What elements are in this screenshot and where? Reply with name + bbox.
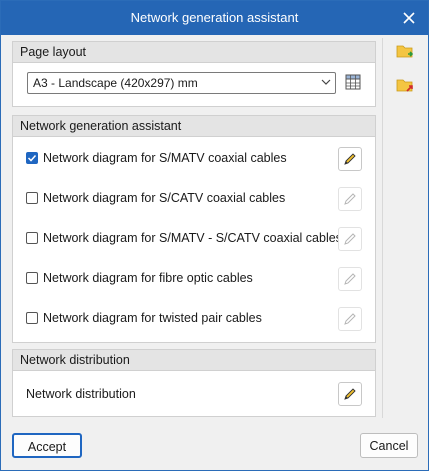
open-folder-button[interactable] (395, 41, 415, 64)
distribution-group: Network distribution Network distributio… (12, 349, 376, 417)
page-size-value: A3 - Landscape (420x297) mm (33, 76, 198, 90)
table-icon[interactable] (345, 74, 361, 93)
pencil-icon (344, 273, 356, 285)
checkbox-smatv-scatv[interactable] (26, 232, 38, 244)
accept-button[interactable]: Accept (12, 433, 82, 458)
close-icon (403, 12, 415, 24)
close-button[interactable] (396, 5, 422, 31)
checkbox-smatv[interactable] (26, 152, 38, 164)
item-label: Network diagram for S/MATV coaxial cable… (43, 151, 287, 165)
checkmark-icon (27, 154, 37, 162)
page-size-select[interactable]: A3 - Landscape (420x297) mm (27, 72, 336, 94)
item-label: Network diagram for twisted pair cables (43, 311, 262, 325)
item-label: Network diagram for fibre optic cables (43, 271, 253, 285)
dialog-window: Network generation assistant Page layout… (0, 0, 429, 471)
checkbox-scatv[interactable] (26, 192, 38, 204)
pencil-icon (344, 153, 356, 165)
list-item: Network diagram for S/MATV - S/CATV coax… (26, 227, 366, 251)
generation-assistant-group: Network generation assistant Network dia… (12, 115, 376, 343)
folder-export-icon (396, 79, 413, 92)
list-item: Network diagram for twisted pair cables (26, 307, 366, 331)
edit-button[interactable] (338, 227, 362, 251)
page-layout-header: Page layout (13, 42, 375, 63)
export-folder-button[interactable] (395, 75, 415, 98)
item-label: Network diagram for S/MATV - S/CATV coax… (43, 231, 342, 245)
window-title: Network generation assistant (130, 10, 299, 25)
generation-assistant-header: Network generation assistant (13, 116, 375, 137)
edit-button[interactable] (338, 147, 362, 171)
edit-button[interactable] (338, 187, 362, 211)
chevron-down-icon (321, 79, 331, 85)
checkbox-fibre-optic[interactable] (26, 272, 38, 284)
folder-open-icon (396, 45, 414, 58)
item-label: Network diagram for S/CATV coaxial cable… (43, 191, 286, 205)
title-bar: Network generation assistant (1, 1, 428, 35)
edit-button[interactable] (338, 307, 362, 331)
list-item: Network diagram for fibre optic cables (26, 267, 366, 291)
page-layout-group: Page layout A3 - Landscape (420x297) mm (12, 41, 376, 107)
list-item: Network diagram for S/MATV coaxial cable… (26, 147, 366, 171)
pencil-icon (344, 193, 356, 205)
list-item: Network diagram for S/CATV coaxial cable… (26, 187, 366, 211)
distribution-header: Network distribution (13, 350, 375, 371)
distribution-label: Network distribution (26, 387, 136, 401)
cancel-button[interactable]: Cancel (360, 433, 418, 458)
pencil-icon (344, 233, 356, 245)
pencil-icon (344, 313, 356, 325)
pencil-icon (344, 388, 356, 400)
edit-button[interactable] (338, 267, 362, 291)
checkbox-twisted-pair[interactable] (26, 312, 38, 324)
distribution-edit-button[interactable] (338, 382, 362, 406)
panel-divider (382, 38, 383, 418)
